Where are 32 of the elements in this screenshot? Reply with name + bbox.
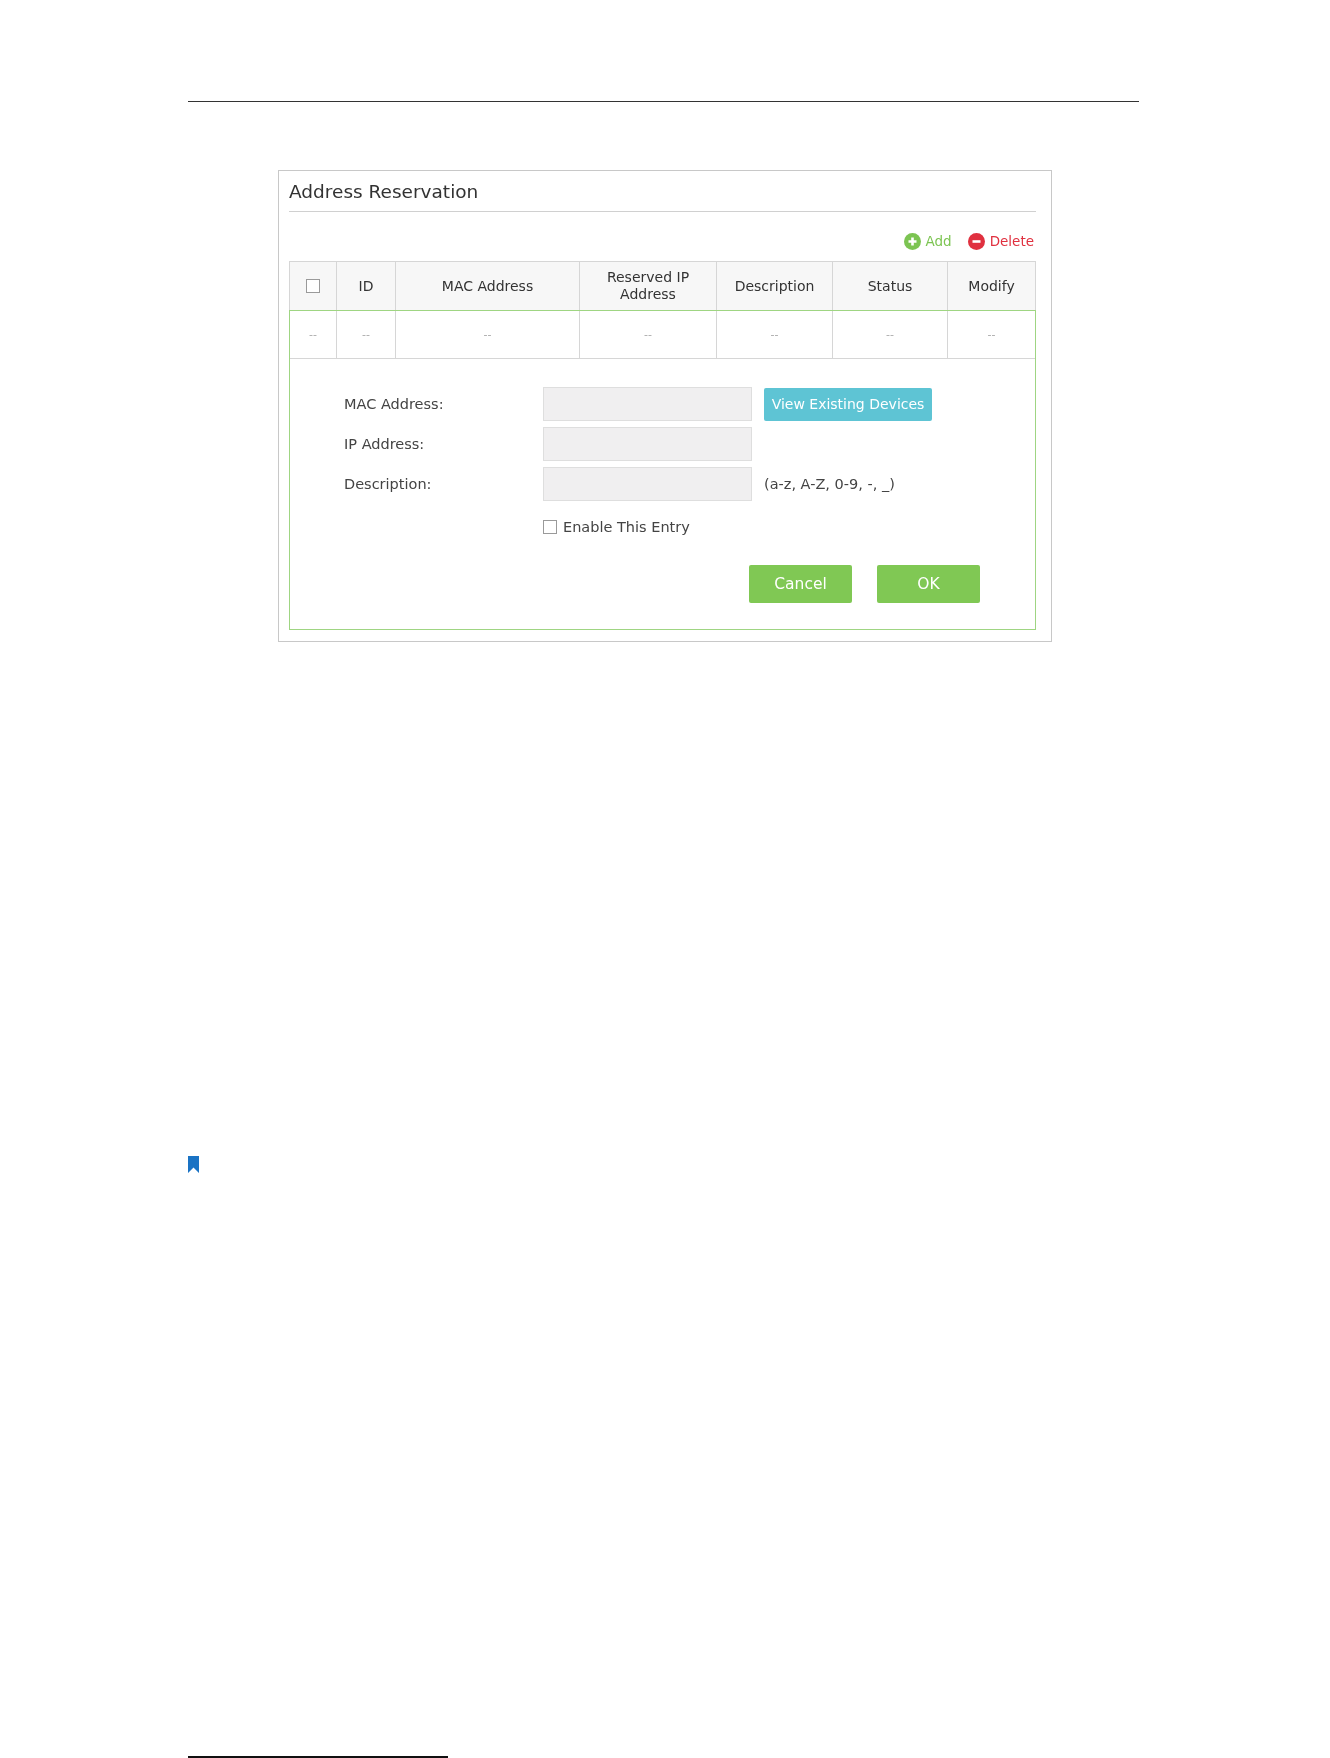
column-header: Description	[716, 262, 832, 310]
action-button[interactable]: Cancel	[749, 565, 852, 603]
field-label: MAC Address:	[344, 396, 445, 412]
panel-title: Address Reservation	[289, 181, 479, 202]
column-header: Status	[832, 262, 947, 310]
table-cell: --	[336, 311, 395, 358]
checkbox-label: Enable This Entry	[563, 519, 690, 535]
checkbox[interactable]	[306, 279, 320, 293]
plus-circle-icon	[903, 232, 921, 250]
checkbox[interactable]	[543, 520, 557, 534]
column-header: Reserved IP Address	[579, 262, 716, 310]
column-header: Modify	[947, 262, 1035, 310]
column-header: ID	[336, 262, 395, 310]
view-devices-button[interactable]: View Existing Devices	[764, 387, 932, 421]
table-cell: --	[579, 311, 716, 358]
table-cell: --	[395, 311, 579, 358]
add-button[interactable]: Add	[903, 231, 952, 251]
action-button[interactable]: OK	[877, 565, 980, 603]
delete-button[interactable]: Delete	[967, 231, 1034, 251]
field-label: Description:	[344, 476, 433, 492]
field-hint: (a-z, A-Z, 0-9, -, _)	[764, 476, 895, 492]
input-field[interactable]	[543, 427, 752, 461]
table-cell-text: --	[308, 327, 318, 343]
column-header: MAC Address	[395, 262, 579, 310]
minus-circle-icon	[967, 232, 985, 250]
field-label: IP Address:	[344, 436, 426, 452]
bookmark-icon	[188, 1156, 199, 1173]
input-field[interactable]	[543, 387, 752, 421]
table-cell: --	[832, 311, 947, 358]
input-field[interactable]	[543, 467, 752, 501]
table-cell: --	[947, 311, 1035, 358]
table-cell: --	[716, 311, 832, 358]
